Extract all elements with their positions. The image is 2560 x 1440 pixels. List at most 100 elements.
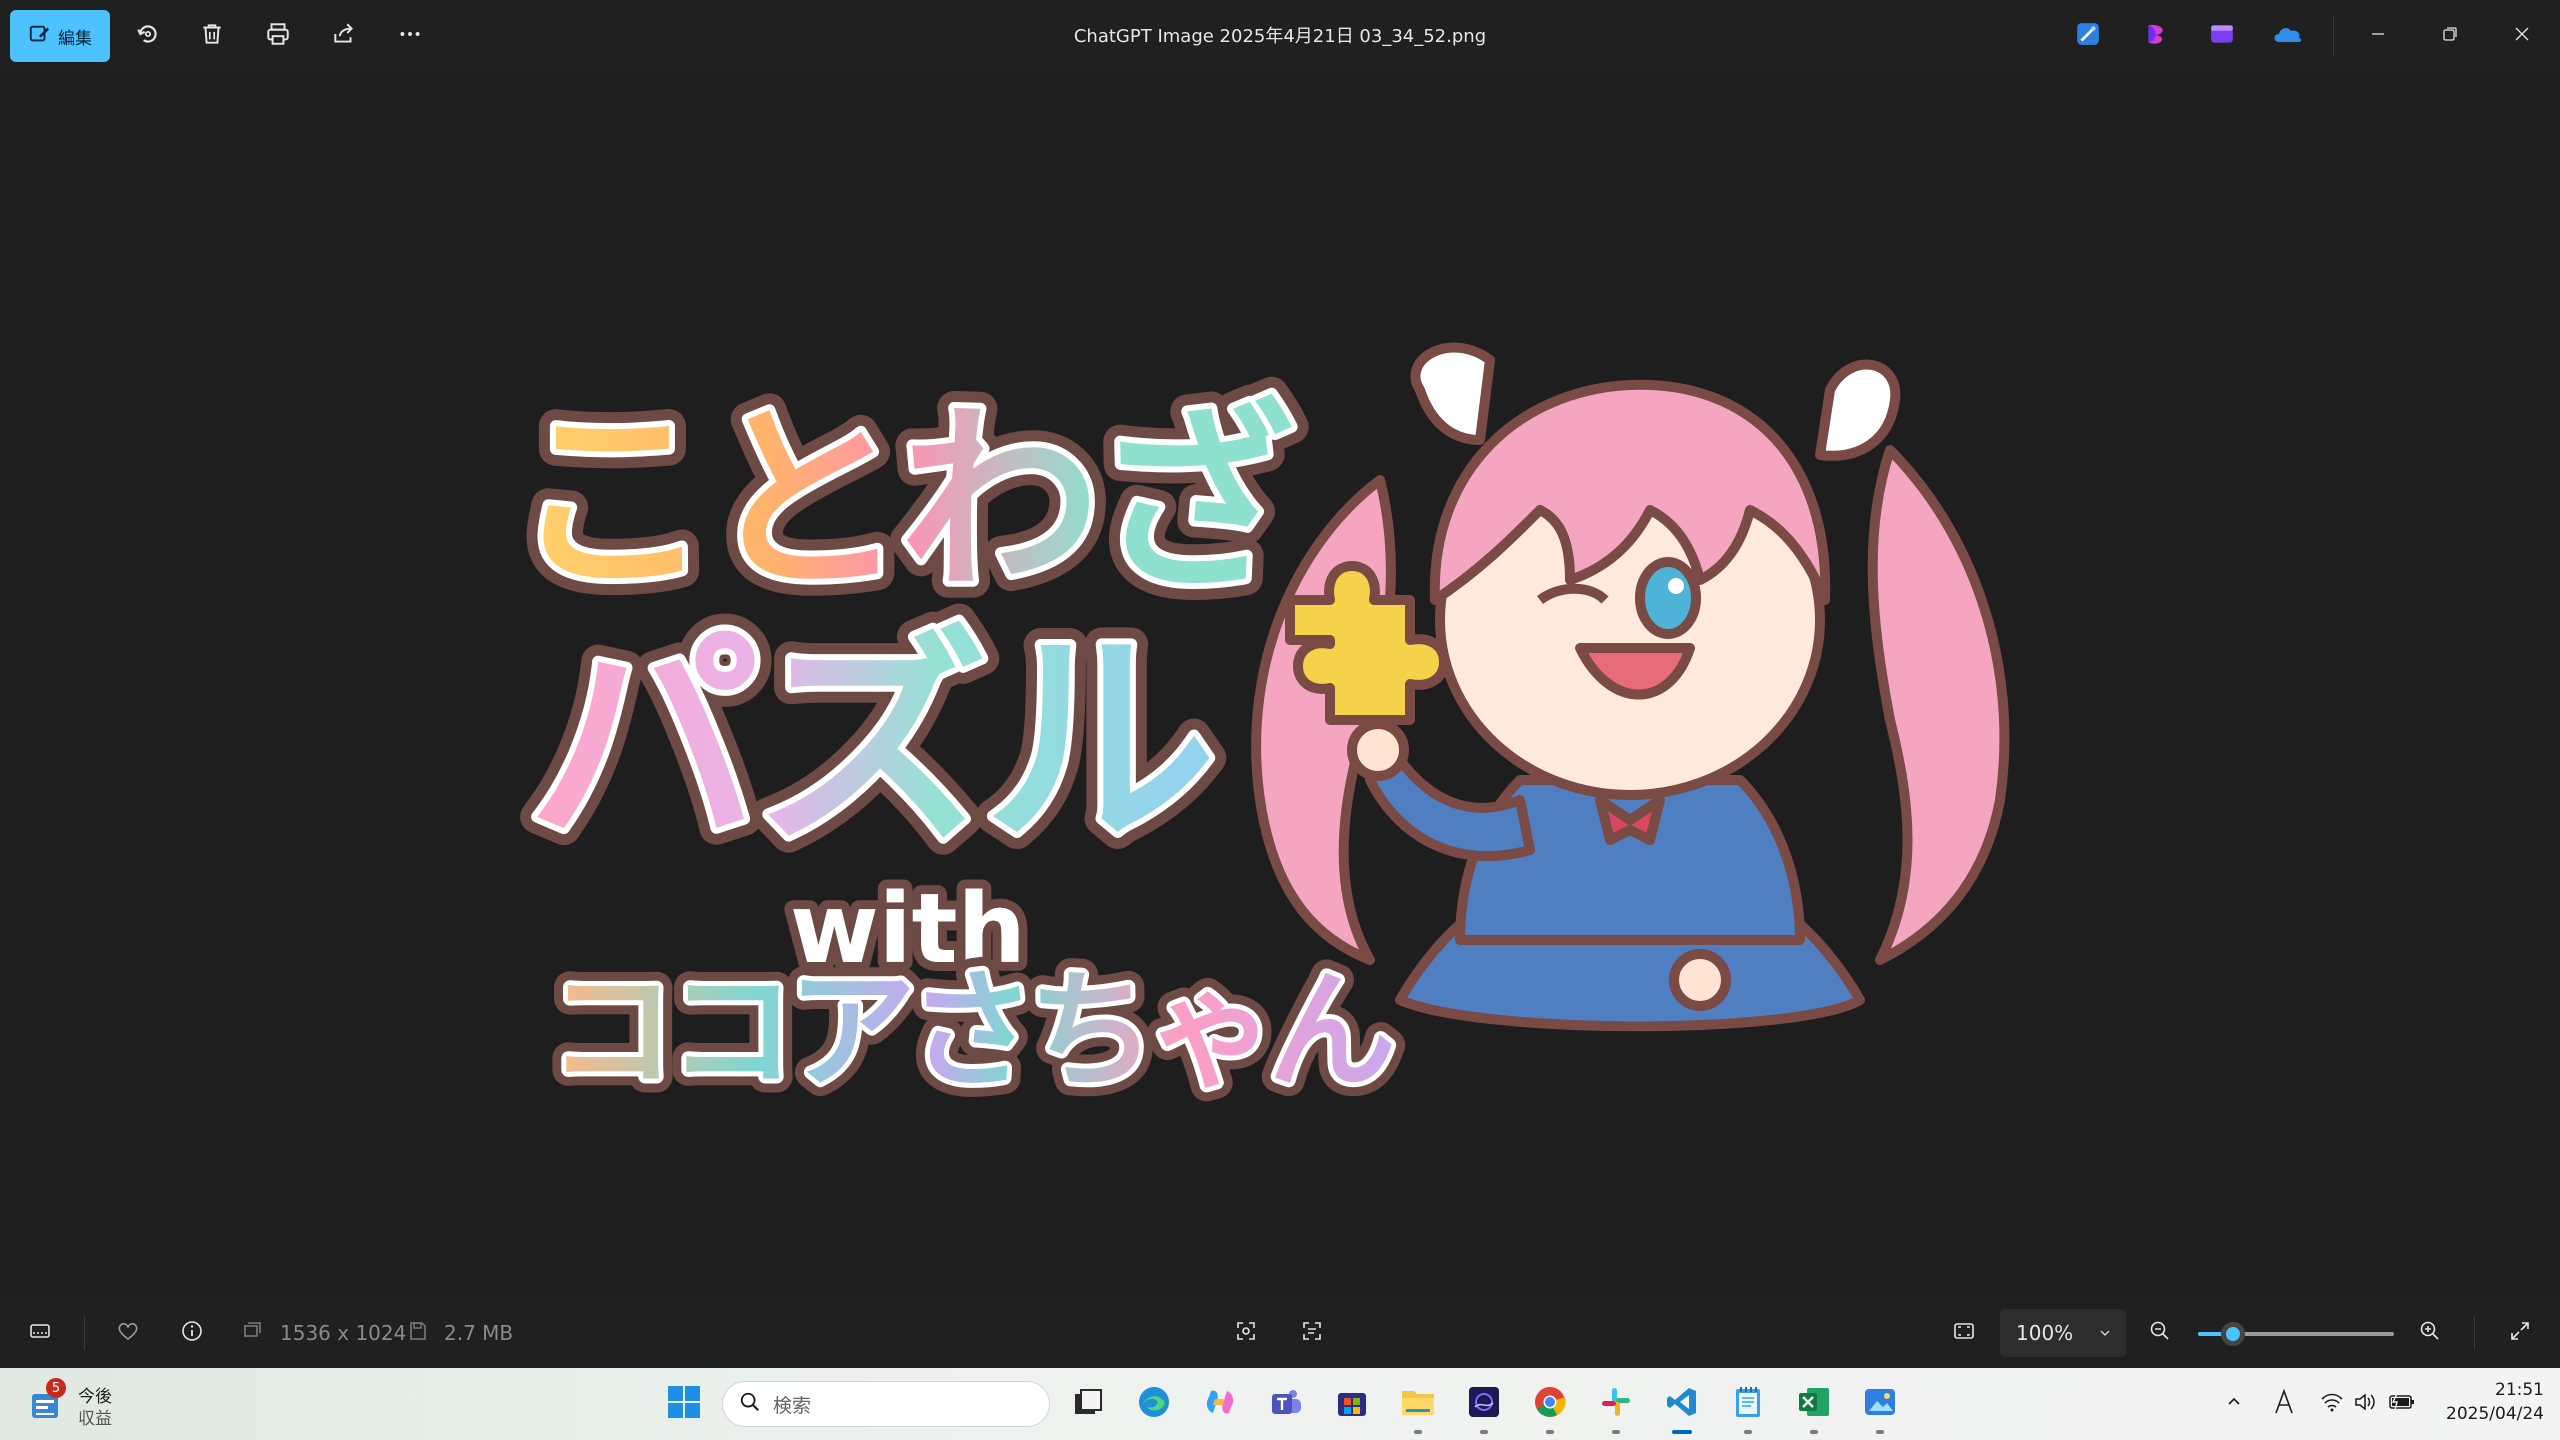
filmstrip-icon: [28, 1319, 52, 1347]
show-hidden-icons-button[interactable]: [2218, 1386, 2250, 1422]
zoom-in-button[interactable]: [2406, 1298, 2454, 1368]
image-creator-icon: [2075, 21, 2101, 51]
dimensions-icon-wrap: [228, 1298, 276, 1368]
file-info-button[interactable]: [168, 1298, 216, 1368]
image-creator-button[interactable]: [2070, 18, 2106, 54]
info-icon: [180, 1319, 204, 1347]
edge-icon: [1137, 1385, 1171, 1423]
chevron-up-icon: [2225, 1393, 2243, 1415]
clipchamp-icon: [1467, 1385, 1501, 1423]
toolbar-divider: [2333, 16, 2334, 56]
bottom-divider-right: [2474, 1316, 2475, 1350]
text-scan-icon: [1300, 1319, 1324, 1347]
vscode-button[interactable]: [1662, 1384, 1702, 1424]
store-button[interactable]: [1332, 1384, 1372, 1424]
artwork-title-line4-fill: ココアさちゃん: [548, 957, 1392, 1106]
heart-icon: [116, 1319, 140, 1347]
restore-button[interactable]: [2420, 10, 2480, 62]
file-size-icon-wrap: [394, 1298, 442, 1368]
close-button[interactable]: [2492, 10, 2552, 62]
favorite-button[interactable]: [104, 1298, 152, 1368]
widget-label-line2: 収益: [78, 1409, 112, 1429]
onedrive-button[interactable]: [2270, 18, 2306, 54]
notepad-button[interactable]: [1728, 1384, 1768, 1424]
copilot-button[interactable]: [1200, 1384, 1240, 1424]
zoom-out-button[interactable]: [2136, 1298, 2184, 1368]
zoom-in-icon: [2418, 1319, 2442, 1347]
active-app-indicator: [1672, 1430, 1692, 1434]
notepad-icon: [1733, 1385, 1763, 1423]
clipchamp-icon: [2143, 21, 2169, 51]
notification-badge: 5: [46, 1378, 66, 1398]
taskbar-clock[interactable]: 21:51 2025/04/24: [2420, 1378, 2544, 1426]
clipchamp-taskbar-button[interactable]: [1464, 1384, 1504, 1424]
chrome-icon: [1533, 1385, 1567, 1423]
fit-window-icon: [1952, 1319, 1976, 1347]
wifi-icon: [2320, 1392, 2344, 1416]
restore-icon: [2442, 26, 2458, 46]
onedrive-icon: [2273, 23, 2303, 49]
expand-icon: [2508, 1319, 2532, 1347]
running-indicator: [1612, 1430, 1620, 1434]
battery-charging-icon: [2389, 1393, 2415, 1415]
visual-search-icon: [1234, 1319, 1258, 1347]
artwork-title-line2-fill: パズル: [528, 607, 1212, 877]
close-icon: [2514, 26, 2530, 46]
windows-start-icon: [667, 1385, 701, 1423]
fit-to-window-button[interactable]: [1940, 1298, 1988, 1368]
text-scan-button[interactable]: [1288, 1298, 1336, 1368]
zoom-level-value: 100%: [2016, 1321, 2074, 1345]
visual-search-button[interactable]: [1222, 1298, 1270, 1368]
clipchamp-button[interactable]: [2138, 18, 2174, 54]
teams-icon: [1269, 1385, 1303, 1423]
ime-icon: [2273, 1388, 2295, 1419]
file-size: 2.7 MB: [444, 1321, 514, 1345]
fullscreen-button[interactable]: [2496, 1298, 2544, 1368]
file-explorer-button[interactable]: [1398, 1384, 1438, 1424]
chevron-down-icon: [2098, 1321, 2112, 1345]
window-title: ChatGPT Image 2025年4月21日 03_34_52.png: [1073, 26, 1487, 47]
search-placeholder: 検索: [773, 1394, 812, 1417]
excel-icon: [1797, 1385, 1831, 1423]
save-disk-icon: [406, 1319, 430, 1347]
excel-button[interactable]: [1794, 1384, 1834, 1424]
running-indicator: [1480, 1430, 1488, 1434]
character-illustration: [1251, 342, 2010, 1032]
volume-button[interactable]: [2350, 1386, 2382, 1422]
edge-button[interactable]: [1134, 1384, 1174, 1424]
photos-button[interactable]: [1860, 1384, 1900, 1424]
teams-button[interactable]: [1266, 1384, 1306, 1424]
bottom-divider: [84, 1316, 85, 1350]
wifi-button[interactable]: [2316, 1386, 2348, 1422]
video-editor-icon: [2209, 21, 2235, 51]
video-editor-button[interactable]: [2204, 18, 2240, 54]
zoom-level-dropdown[interactable]: 100%: [2000, 1309, 2126, 1357]
taskbar-search-box[interactable]: 検索: [722, 1381, 1050, 1427]
photos-icon: [1863, 1385, 1897, 1423]
image-dimensions: 1536 x 1024: [280, 1321, 407, 1345]
running-indicator: [1414, 1430, 1422, 1434]
battery-button[interactable]: [2386, 1386, 2418, 1422]
minimize-button[interactable]: [2348, 10, 2408, 62]
slack-icon: [1599, 1385, 1633, 1423]
zoom-out-icon: [2148, 1319, 2172, 1347]
task-view-button[interactable]: [1068, 1384, 1108, 1424]
minimize-icon: [2370, 26, 2386, 46]
file-explorer-icon: [1400, 1385, 1436, 1423]
filmstrip-button[interactable]: [16, 1298, 64, 1368]
input-method-button[interactable]: [2268, 1386, 2300, 1422]
running-indicator: [1546, 1430, 1554, 1434]
store-icon: [1335, 1385, 1369, 1423]
start-button[interactable]: [664, 1384, 704, 1424]
vscode-icon: [1665, 1385, 1699, 1423]
slack-button[interactable]: [1596, 1384, 1636, 1424]
displayed-image: ことわざ ことわざ ことわざ パズル パズル パズル with with ココア…: [500, 342, 2010, 1120]
running-indicator: [1744, 1430, 1752, 1434]
task-view-icon: [1072, 1386, 1104, 1422]
running-indicator: [1810, 1430, 1818, 1434]
running-indicator: [1876, 1430, 1884, 1434]
volume-icon: [2354, 1392, 2378, 1416]
weather-widget[interactable]: 5 今後 収益: [28, 1378, 178, 1430]
dimensions-icon: [240, 1319, 264, 1347]
chrome-button[interactable]: [1530, 1384, 1570, 1424]
